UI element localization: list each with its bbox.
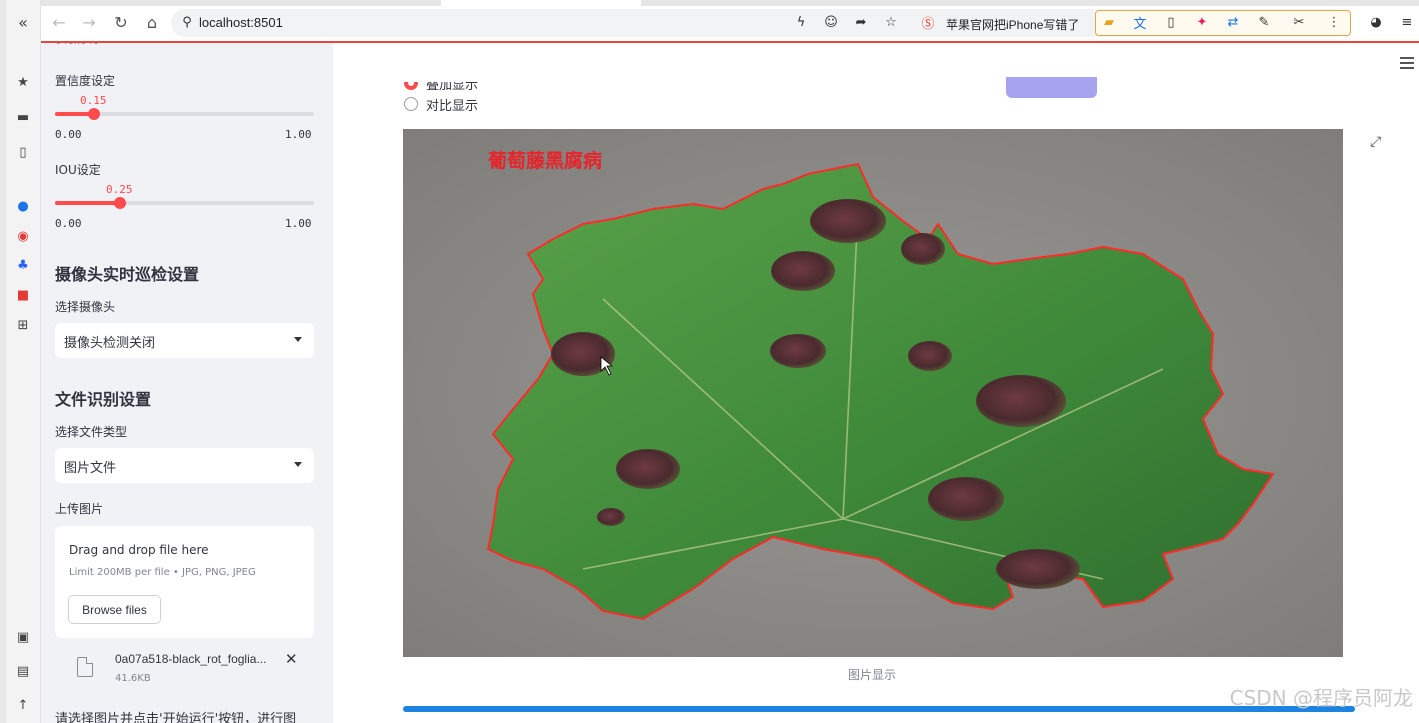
iou-slider-fill — [55, 201, 120, 205]
confidence-slider[interactable] — [55, 108, 314, 120]
progress-fill — [403, 706, 1355, 712]
avatar[interactable]: ◕ — [1368, 14, 1384, 30]
star-icon[interactable]: ★ — [16, 75, 30, 90]
scroll-clip — [393, 71, 593, 82]
camera-select[interactable]: 摄像头检测关闭 — [55, 323, 314, 358]
back-icon[interactable]: ← — [49, 12, 69, 32]
tab-strip — [41, 0, 1419, 6]
iou-slider-thumb[interactable] — [114, 197, 126, 209]
image-caption: 图片显示 — [848, 668, 897, 682]
folder-icon[interactable]: ▬ — [16, 110, 30, 125]
confidence-slider-thumb[interactable] — [88, 108, 100, 120]
url-text[interactable]: localhost:8501 — [199, 15, 283, 30]
forward-icon[interactable]: → — [79, 12, 99, 32]
folder-ext-icon[interactable]: ▰ — [1101, 14, 1117, 30]
hamburger-menu-icon[interactable] — [1400, 57, 1414, 69]
chevron-down-icon — [294, 462, 302, 467]
file-type-label: 选择文件类型 — [55, 425, 128, 439]
iou-max: 1.00 — [285, 217, 312, 230]
reload-icon[interactable]: ↻ — [111, 12, 131, 32]
camera-select-value: 摄像头检测关闭 — [64, 336, 156, 351]
sidebar-cut-text: 640x640 — [55, 43, 99, 47]
browse-files-button[interactable]: Browse files — [68, 595, 161, 624]
search-engine-icon[interactable]: Ⓢ — [920, 14, 936, 32]
sidebar: 640x640 置信度设定 0.15 0.00 1.00 IOU设定 0.25 … — [41, 43, 333, 723]
uploaded-file-row: 0a07a518-black_rot_foglia... 41.6KB ✕ — [55, 645, 314, 689]
upload-icon[interactable]: ↑ — [16, 698, 30, 713]
browser-toolbar: ← → ↻ ⌂ ⚲ localhost:8501 ϟ ☺ ➦ ☆ Ⓢ 苹果官网把… — [41, 0, 1419, 43]
file-type-value: 图片文件 — [64, 461, 117, 476]
browser-menu-icon[interactable]: ≡ — [1399, 14, 1415, 30]
collapse-icon[interactable]: « — [16, 13, 30, 32]
briefcase-icon[interactable]: ▤ — [16, 664, 30, 679]
draw-icon[interactable]: ✎ — [1256, 14, 1272, 30]
search-app-icon[interactable]: ● — [16, 199, 30, 214]
side-edge — [0, 0, 6, 723]
translate2-icon[interactable]: ⇄ — [1225, 14, 1241, 30]
start-run-button[interactable] — [1006, 77, 1097, 98]
fullscreen-icon[interactable]: ⤢ — [1370, 134, 1381, 150]
paw-icon[interactable]: ♣ — [16, 258, 30, 273]
file-dropzone[interactable]: Drag and drop file here Limit 200MB per … — [55, 526, 314, 638]
red-app-icon[interactable]: ■ — [16, 288, 30, 303]
camera-section-heading: 摄像头实时巡检设置 — [55, 265, 200, 284]
file-icon — [77, 657, 93, 677]
more-vert-icon[interactable]: ⋮ — [1326, 14, 1342, 30]
uploaded-file-size: 41.6KB — [115, 673, 151, 684]
uploaded-file-name: 0a07a518-black_rot_foglia... — [115, 652, 267, 666]
radio-compare-label[interactable]: 对比显示 — [426, 95, 478, 114]
remove-file-icon[interactable]: ✕ — [285, 650, 298, 668]
camera-select-label: 选择摄像头 — [55, 300, 116, 314]
confidence-min: 0.00 — [55, 128, 82, 141]
upload-label: 上传图片 — [55, 502, 104, 516]
ai-icon[interactable]: ✦ — [1194, 14, 1210, 30]
file-type-select[interactable]: 图片文件 — [55, 448, 314, 483]
upload-limit-text: Limit 200MB per file • JPG, PNG, JPEG — [69, 567, 256, 578]
confidence-value: 0.15 — [80, 94, 107, 107]
news-ticker[interactable]: 苹果官网把iPhone写错了 — [946, 16, 1079, 33]
reader-icon[interactable]: ☺ — [823, 14, 839, 30]
iou-min: 0.00 — [55, 217, 82, 230]
search-icon: ⚲ — [182, 14, 192, 30]
radio-compare[interactable] — [404, 97, 418, 111]
screen-icon[interactable]: ▣ — [16, 630, 30, 645]
add-panel-icon[interactable]: ⊞ — [16, 318, 30, 333]
share-icon[interactable]: ➦ — [853, 14, 869, 30]
progress-bar — [403, 706, 1355, 712]
confidence-max: 1.00 — [285, 128, 312, 141]
lightning-icon[interactable]: ϟ — [793, 14, 809, 30]
instruction-text: 请选择图片并点击'开始运行'按钮，进行图 — [55, 712, 297, 723]
bookmark-star-icon[interactable]: ☆ — [883, 14, 899, 30]
detection-label: 葡萄藤黑腐病 — [488, 149, 602, 172]
main-content: 叠加显示 对比显示 ⤢ 葡萄藤黑腐病 图片显示 CSDN @程序员阿龙 — [333, 43, 1419, 723]
drag-drop-text: Drag and drop file here — [69, 543, 209, 557]
iou-value: 0.25 — [106, 183, 133, 196]
home-icon[interactable]: ⌂ — [142, 12, 162, 32]
browser-side-panel: « ★ ▬ ▯ ● ◉ ♣ ■ ⊞ ▣ ▤ ↑ — [0, 0, 41, 723]
phone-icon[interactable]: ▯ — [16, 145, 30, 160]
watermark: CSDN @程序员阿龙 — [1229, 686, 1413, 710]
iou-slider[interactable] — [55, 197, 314, 209]
detection-result-image: 葡萄藤黑腐病 — [403, 129, 1343, 657]
device-icon[interactable]: ▯ — [1163, 14, 1179, 30]
translate-icon[interactable]: 文 — [1132, 14, 1148, 32]
chevron-down-icon — [294, 337, 302, 342]
file-section-heading: 文件识别设置 — [55, 390, 152, 409]
scissors-icon[interactable]: ✂ — [1291, 14, 1307, 30]
confidence-label: 置信度设定 — [55, 74, 116, 88]
iou-label: IOU设定 — [55, 163, 101, 177]
chrome-app-icon[interactable]: ◉ — [16, 229, 30, 244]
leaf-illustration: 葡萄藤黑腐病 — [403, 129, 1343, 657]
